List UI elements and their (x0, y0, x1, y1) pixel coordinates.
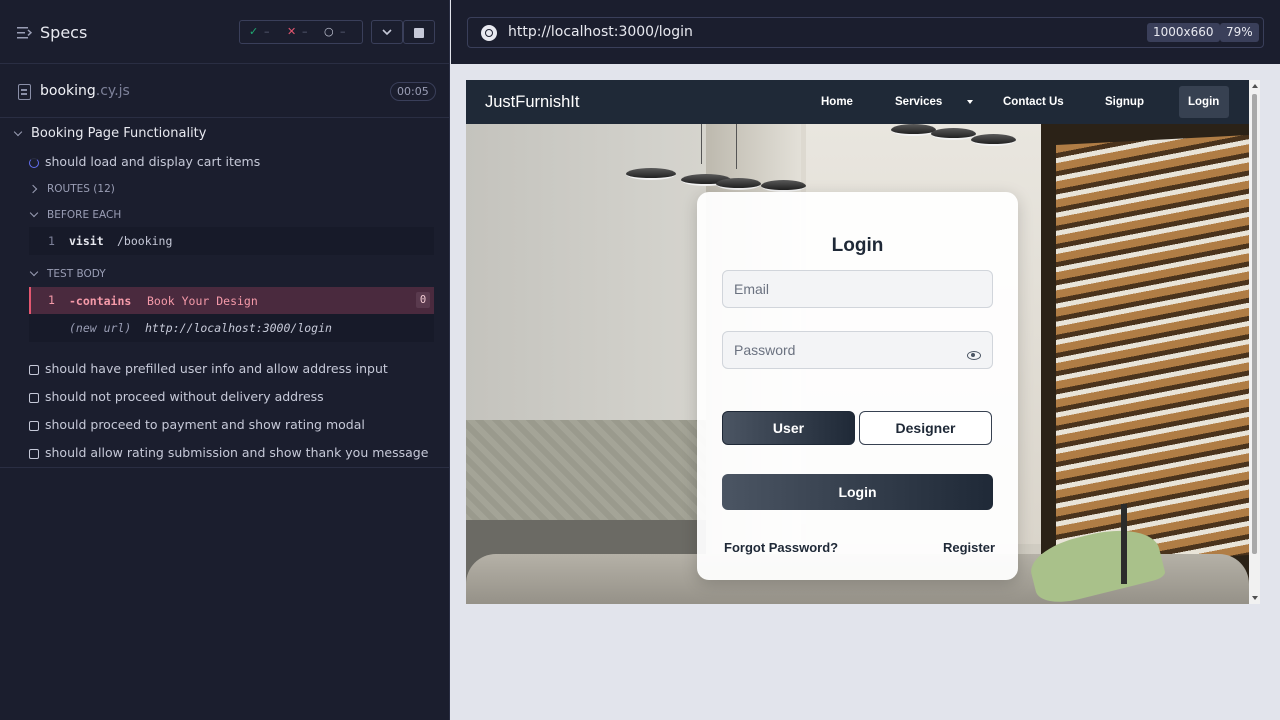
spec-base-name: booking (40, 83, 96, 99)
role-designer-button[interactable]: Designer (859, 411, 992, 445)
pending-count: – (340, 25, 346, 38)
command-number: 1 (48, 293, 55, 307)
spec-duration: 00:05 (390, 82, 436, 101)
failed-count: – (302, 25, 308, 38)
login-submit-button[interactable]: Login (722, 474, 993, 510)
role-user-button[interactable]: User (722, 411, 855, 445)
zoom-badge[interactable]: 79% (1220, 23, 1259, 42)
stop-button[interactable] (403, 20, 435, 44)
bg-lamp-cord (701, 124, 702, 164)
command-log-panel: Specs ✓ – ✕ – ○ – booking.cy.js 00:05 Bo… (0, 0, 450, 720)
password-input[interactable] (722, 331, 993, 369)
globe-icon (481, 25, 497, 41)
nav-home[interactable]: Home (821, 96, 853, 108)
bg-lamp (626, 168, 676, 180)
document-icon (18, 84, 31, 100)
bg-lamp (971, 134, 1016, 146)
element-count-badge: 0 (416, 292, 430, 308)
scrollbar-thumb[interactable] (1252, 94, 1257, 554)
nav-login[interactable]: Login (1179, 86, 1229, 118)
nav-signup[interactable]: Signup (1105, 96, 1144, 108)
suite-title: Booking Page Functionality (31, 126, 207, 141)
url-text[interactable]: http://localhost:3000/login (508, 24, 693, 40)
caret-down-icon (967, 100, 973, 104)
bg-fireplace (466, 420, 706, 530)
passed-icon: ✓ (249, 25, 259, 38)
chevron-down-icon (29, 267, 39, 277)
command-new-url[interactable]: (new url) http://localhost:3000/login (29, 314, 434, 342)
brand-logo[interactable]: JustFurnishIt (485, 93, 579, 112)
bg-lamp (761, 180, 806, 192)
nav-contact[interactable]: Contact Us (1003, 96, 1064, 108)
command-number: 1 (48, 234, 55, 248)
pending-test-icon (29, 421, 39, 431)
divider (0, 467, 450, 468)
stop-icon (414, 28, 424, 38)
command-visit[interactable]: 1 visit /booking (29, 227, 434, 255)
test-title-running[interactable]: should load and display cart items (45, 154, 260, 169)
specs-list-icon[interactable] (17, 26, 32, 40)
passed-count: – (264, 25, 270, 38)
chevron-down-icon (13, 127, 23, 137)
suite-header[interactable]: Booking Page Functionality (0, 126, 450, 144)
command-arg: Book Your Design (147, 294, 258, 308)
chevron-down-icon (29, 208, 39, 218)
specs-title[interactable]: Specs (40, 23, 87, 42)
spec-file-bar: booking.cy.js 00:05 (0, 64, 449, 118)
pending-test-icon (29, 365, 39, 375)
command-name: visit (69, 234, 104, 248)
scroll-down-icon[interactable] (1252, 596, 1258, 600)
bg-lamp (716, 178, 761, 190)
new-url-value: http://localhost:3000/login (145, 321, 332, 335)
test-title[interactable]: should proceed to payment and show ratin… (45, 417, 365, 432)
failed-icon: ✕ (287, 25, 297, 38)
spec-file-name[interactable]: booking.cy.js (40, 83, 130, 99)
app-navbar: JustFurnishIt Home Services Contact Us S… (466, 80, 1249, 124)
new-url-label: (new url) (69, 321, 132, 335)
aut-preview-area: http://localhost:3000/login 1000x660 79% (451, 0, 1280, 720)
running-spinner-icon (29, 158, 39, 168)
routes-toggle[interactable]: ROUTES (12) (47, 183, 115, 195)
email-input[interactable] (722, 270, 993, 308)
bg-blinds (1056, 134, 1249, 566)
bg-lamp (931, 128, 976, 140)
bg-lamp (891, 124, 936, 136)
chevron-down-icon (382, 29, 392, 36)
register-link[interactable]: Register (943, 540, 995, 555)
login-card: Login User Designer Login Forgot Passwor… (697, 192, 1018, 580)
nav-services[interactable]: Services (895, 96, 973, 108)
spec-extension: .cy.js (95, 83, 130, 99)
app-frame: JustFurnishIt Home Services Contact Us S… (466, 80, 1260, 604)
pending-icon: ○ (324, 25, 334, 38)
login-title: Login (831, 235, 884, 256)
viewport-size-badge[interactable]: 1000x660 (1147, 23, 1220, 42)
auto-scroll-button[interactable] (371, 20, 403, 44)
test-stats: ✓ – ✕ – ○ – (239, 20, 363, 44)
aut-header: http://localhost:3000/login 1000x660 79% (451, 0, 1280, 64)
forgot-password-link[interactable]: Forgot Password? (724, 540, 838, 555)
url-bar[interactable]: http://localhost:3000/login 1000x660 79% (467, 17, 1264, 48)
chevron-right-icon (28, 184, 38, 194)
test-title[interactable]: should not proceed without delivery addr… (45, 389, 324, 404)
command-contains-failed[interactable]: 1 -contains Book Your Design 0 (29, 287, 434, 315)
test-title[interactable]: should have prefilled user info and allo… (45, 361, 388, 376)
bg-lamp-cord (736, 124, 737, 169)
test-title[interactable]: should allow rating submission and show … (45, 445, 428, 460)
eye-icon[interactable] (967, 351, 981, 360)
command-name: -contains (69, 294, 132, 308)
scroll-up-icon[interactable] (1252, 84, 1258, 88)
pending-test-icon (29, 449, 39, 459)
test-body-toggle[interactable]: TEST BODY (47, 268, 106, 280)
nav-services-label: Services (895, 96, 943, 108)
command-arg: /booking (117, 234, 173, 248)
scrollbar[interactable] (1249, 80, 1260, 604)
nav-login-label: Login (1188, 96, 1220, 108)
pending-test-icon (29, 393, 39, 403)
bg-vase (1121, 504, 1127, 584)
before-each-toggle[interactable]: BEFORE EACH (47, 209, 121, 221)
runner-header: Specs ✓ – ✕ – ○ – (0, 0, 449, 64)
